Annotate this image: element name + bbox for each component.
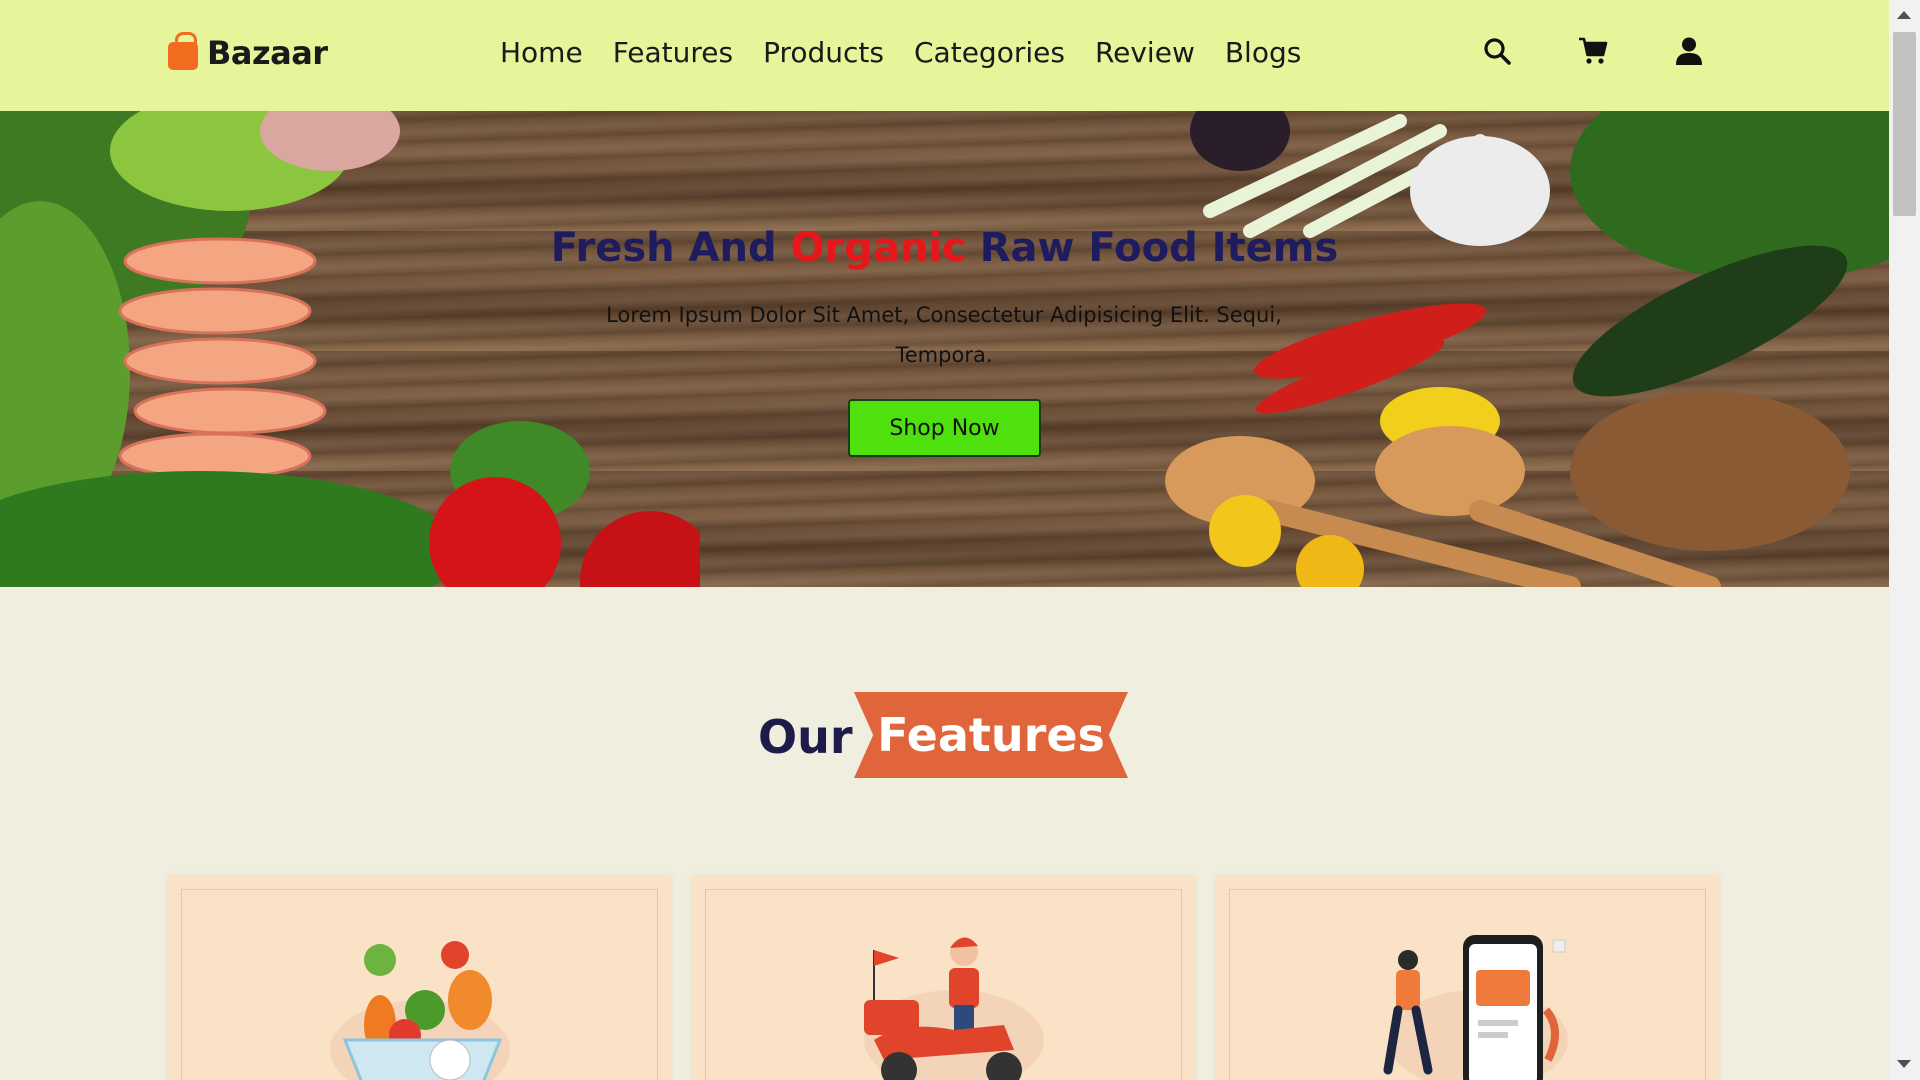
hero-title-before: Fresh And bbox=[550, 225, 791, 271]
feature-card-frame bbox=[181, 889, 658, 1080]
scroll-down-arrow-icon[interactable] bbox=[1897, 1060, 1911, 1068]
nav-home[interactable]: Home bbox=[500, 36, 583, 69]
header-icons bbox=[1482, 36, 1704, 66]
mobile-payment-illustration bbox=[1383, 935, 1568, 1080]
delivery-scooter-illustration bbox=[864, 937, 1044, 1080]
feature-card bbox=[692, 876, 1195, 1080]
features-heading-ribbon: Features bbox=[877, 708, 1105, 762]
scroll-up-arrow-icon[interactable] bbox=[1897, 11, 1911, 19]
brand-name: Bazaar bbox=[207, 34, 328, 72]
shop-now-button[interactable]: Shop Now bbox=[848, 399, 1041, 457]
brand-logo[interactable]: Bazaar bbox=[168, 32, 328, 72]
nav-blogs[interactable]: Blogs bbox=[1225, 36, 1301, 69]
main-nav: Home Features Products Categories Review… bbox=[500, 36, 1301, 69]
feature-card-frame bbox=[1229, 889, 1706, 1080]
nav-features[interactable]: Features bbox=[613, 36, 733, 69]
feature-card-frame bbox=[705, 889, 1182, 1080]
hero-banner: Fresh And Organic Raw Food Items Lorem I… bbox=[0, 111, 1889, 587]
scroll-thumb[interactable] bbox=[1893, 32, 1916, 216]
hero-title-accent: Organic bbox=[790, 225, 966, 271]
hero-title: Fresh And Organic Raw Food Items bbox=[0, 225, 1889, 271]
nav-categories[interactable]: Categories bbox=[914, 36, 1065, 69]
shopping-bag-icon bbox=[168, 32, 198, 70]
search-icon[interactable] bbox=[1482, 36, 1512, 66]
hero-title-after: Raw Food Items bbox=[965, 225, 1339, 271]
hero-description: Lorem Ipsum Dolor Sit Amet, Consectetur … bbox=[606, 303, 1282, 367]
cart-icon[interactable] bbox=[1578, 36, 1608, 66]
features-heading-plain: Our bbox=[758, 710, 853, 764]
user-icon[interactable] bbox=[1674, 36, 1704, 66]
feature-card bbox=[168, 876, 671, 1080]
nav-review[interactable]: Review bbox=[1095, 36, 1195, 69]
feature-card bbox=[1216, 876, 1719, 1080]
features-ribbon: Features bbox=[854, 692, 1128, 778]
page-scrollbar[interactable] bbox=[1889, 0, 1920, 1080]
nav-products[interactable]: Products bbox=[763, 36, 884, 69]
features-heading: Our Features bbox=[0, 692, 1889, 780]
site-header: Bazaar Home Features Products Categories… bbox=[0, 0, 1889, 111]
vegetable-basket-illustration bbox=[330, 941, 510, 1080]
